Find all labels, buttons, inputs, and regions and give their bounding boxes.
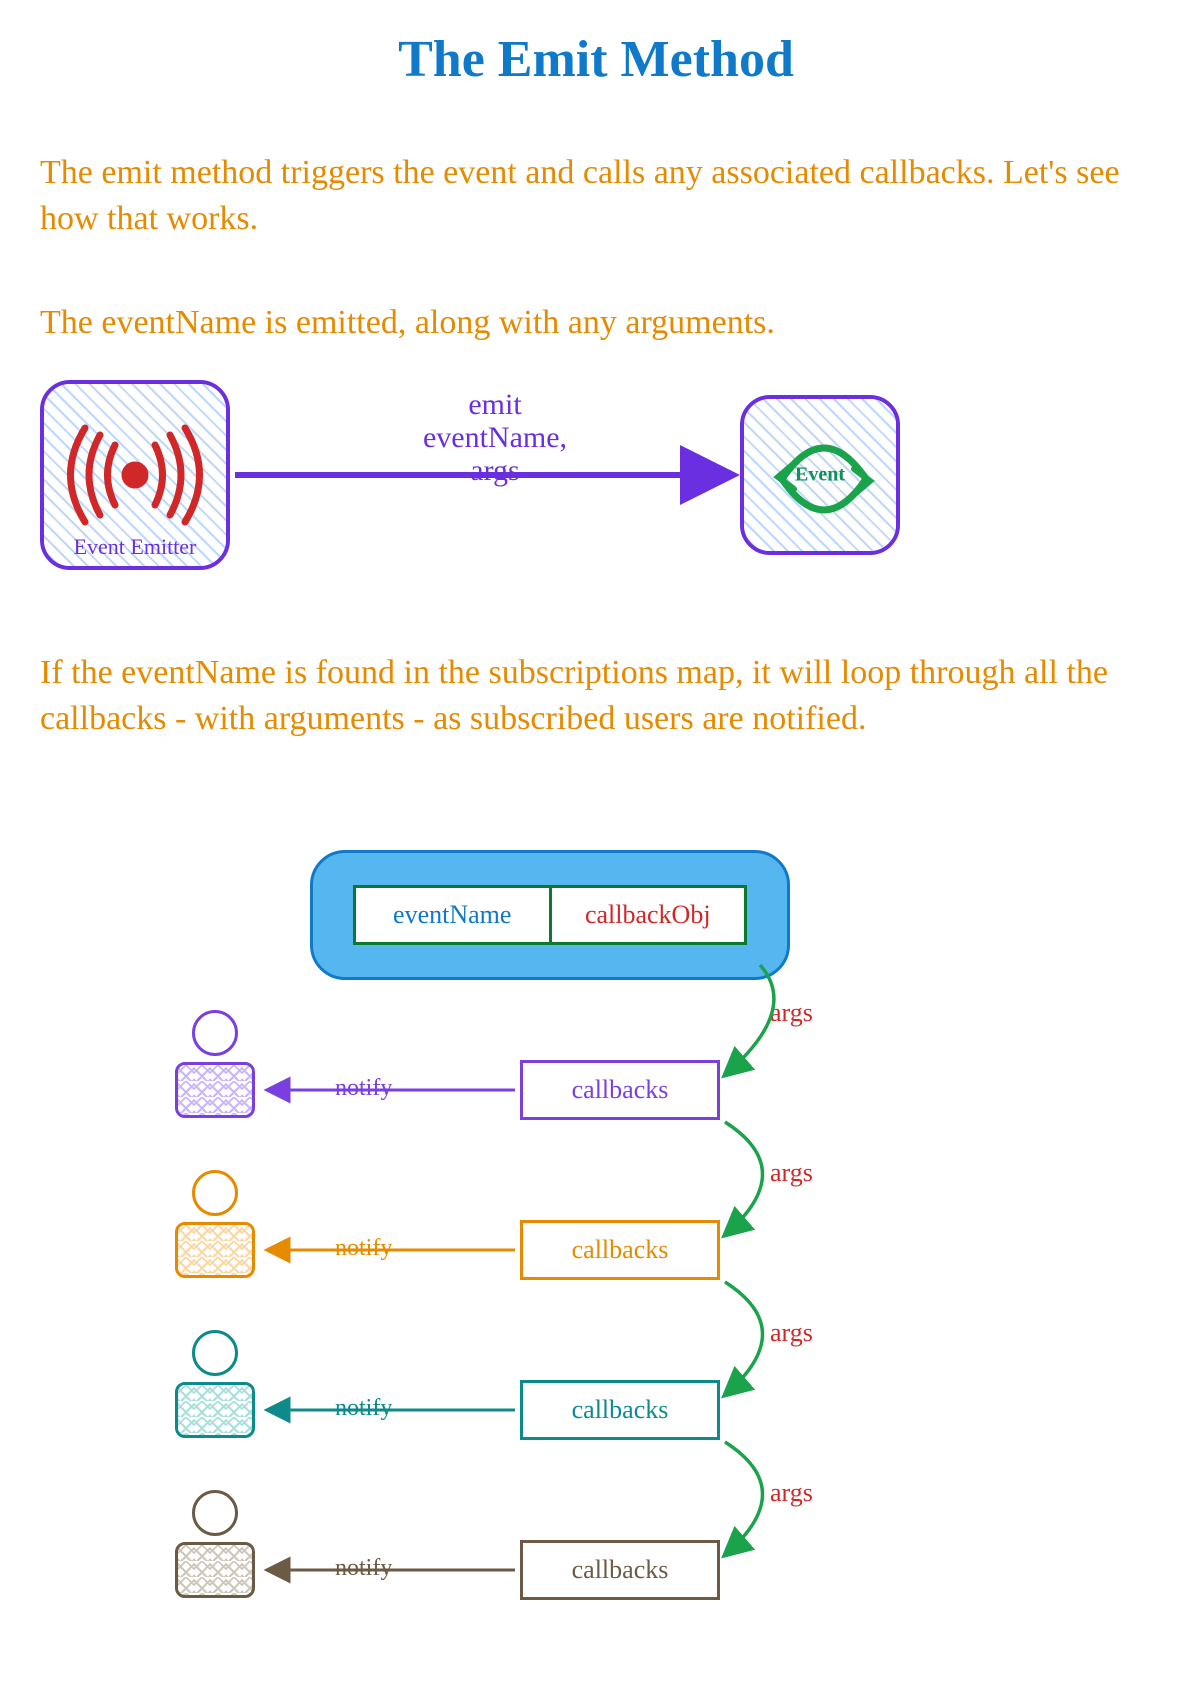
user-icon-4 (170, 1490, 260, 1600)
callbacks-box-2: callbacks (520, 1220, 720, 1280)
callbacks-box-4: callbacks (520, 1540, 720, 1600)
args-label-4: args (770, 1478, 813, 1508)
page-title: The Emit Method (0, 30, 1192, 89)
event-box: Event (740, 395, 900, 555)
user-icon-2 (170, 1170, 260, 1280)
subscriptions-entry: eventName callbackObj (353, 885, 747, 945)
notify-label-2: notify (335, 1235, 392, 1262)
event-emitter-label: Event Emitter (44, 534, 226, 560)
emit-paragraph: The eventName is emitted, along with any… (40, 300, 1140, 346)
notify-label-4: notify (335, 1555, 392, 1582)
subscriptions-eventname: eventName (356, 888, 552, 942)
emit-arrow-line2: eventName, (365, 421, 625, 454)
emit-arrow-label: emit eventName, args (365, 388, 625, 487)
callbacks-box-3: callbacks (520, 1380, 720, 1440)
callbacks-box-1: callbacks (520, 1060, 720, 1120)
user-icon-3 (170, 1330, 260, 1440)
notify-label-1: notify (335, 1075, 392, 1102)
args-label-2: args (770, 1158, 813, 1188)
args-label-3: args (770, 1318, 813, 1348)
event-emitter-box: Event Emitter (40, 380, 230, 570)
loop-paragraph: If the eventName is found in the subscri… (40, 650, 1160, 742)
user-icon-1 (170, 1010, 260, 1120)
emit-arrow-line3: args (365, 454, 625, 487)
notify-label-3: notify (335, 1395, 392, 1422)
args-label-1: args (770, 998, 813, 1028)
emit-arrow-line1: emit (365, 388, 625, 421)
subscriptions-map: eventName callbackObj (310, 850, 790, 980)
intro-paragraph: The emit method triggers the event and c… (40, 150, 1140, 242)
subscriptions-callbackobj: callbackObj (552, 888, 745, 942)
event-box-label: Event (795, 464, 845, 487)
